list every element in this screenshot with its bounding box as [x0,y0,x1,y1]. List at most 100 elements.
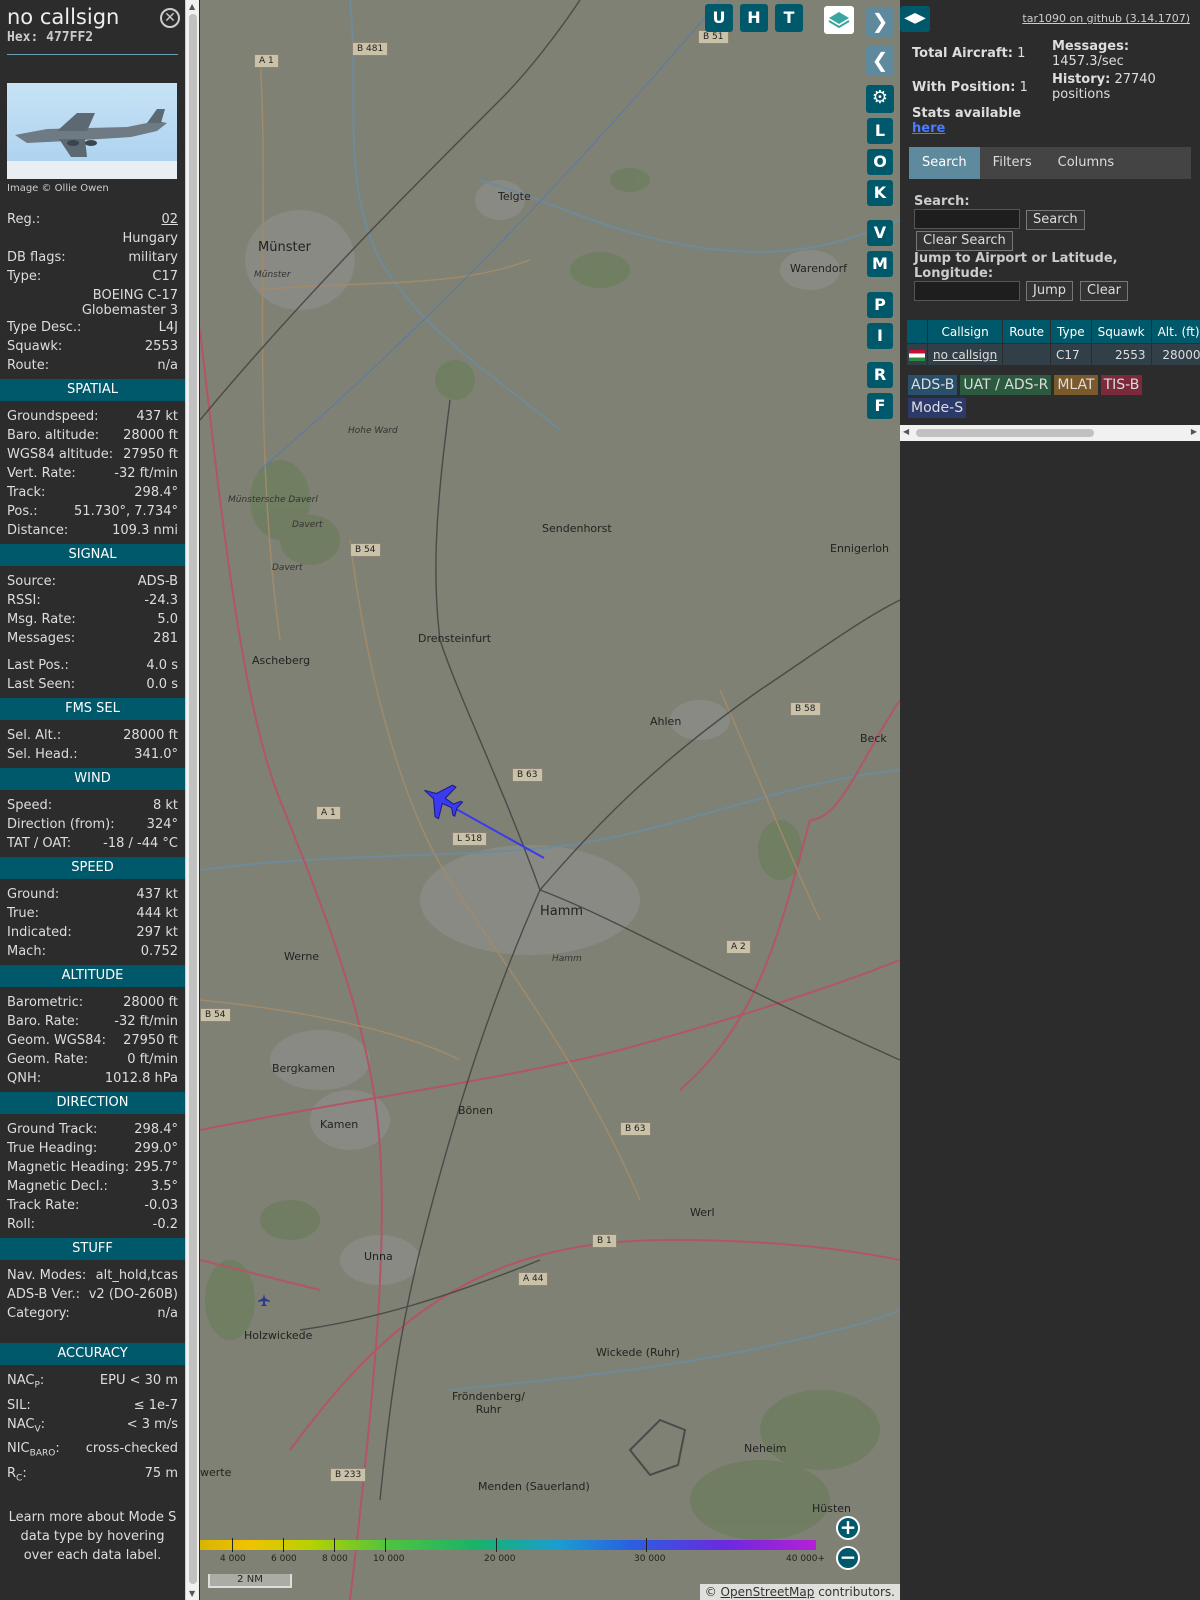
info-label[interactable]: TAT / OAT: [7,834,71,853]
info-label[interactable]: True: [7,904,39,923]
info-label[interactable]: Msg. Rate: [7,610,76,629]
info-label[interactable]: Type: [7,267,41,286]
stats-link[interactable]: here [912,121,945,136]
info-label[interactable]: Reg.: [7,210,40,229]
search-input[interactable] [914,209,1020,229]
info-value[interactable]: 02 [161,210,178,229]
info-label[interactable]: Sel. Head.: [7,745,78,764]
header-type[interactable]: Type [1050,319,1092,344]
info-label[interactable]: True Heading: [7,1139,97,1158]
search-button[interactable]: Search [1026,210,1085,230]
jump-input[interactable] [914,281,1020,301]
scroll-up-icon[interactable]: ▲ [189,2,195,11]
info-label[interactable]: Ground: [7,885,59,904]
info-label[interactable]: Last Pos.: [7,656,69,675]
zoom-out-button[interactable]: − [836,1546,860,1570]
row-callsign[interactable]: no callsign [926,343,1004,366]
map-button-i[interactable]: I [867,323,893,349]
osm-link[interactable]: OpenStreetMap [721,1585,815,1599]
close-icon[interactable]: ✕ [160,8,180,28]
map-button-h[interactable]: H [740,4,768,32]
info-label[interactable]: Speed: [7,796,52,815]
map-button-l[interactable]: L [867,118,893,144]
info-label[interactable]: Nav. Modes: [7,1266,86,1285]
info-label[interactable]: Category: [7,1304,70,1323]
info-label[interactable]: ADS-B Ver.: [7,1285,80,1304]
info-label[interactable]: Ground Track: [7,1120,97,1139]
info-label[interactable]: Messages: [7,629,75,648]
info-label[interactable]: Direction (from): [7,815,115,834]
info-label[interactable]: Geom. WGS84: [7,1031,106,1050]
info-label[interactable]: NACV: [7,1415,45,1440]
map-button-u[interactable]: U [705,4,733,32]
aircraft-photo[interactable] [7,83,177,179]
scroll-right-icon[interactable]: ▶ [1191,427,1197,436]
layers-button[interactable] [824,6,854,34]
info-label[interactable]: Baro. Rate: [7,1012,79,1031]
info-scrollbar[interactable]: ▲ ▼ [185,0,199,1600]
info-label[interactable]: Track: [7,483,45,502]
info-label[interactable]: Route: [7,356,49,375]
info-label[interactable]: Sel. Alt.: [7,726,61,745]
info-label[interactable]: RSSI: [7,591,41,610]
info-label[interactable]: Vert. Rate: [7,464,76,483]
info-label[interactable]: Magnetic Decl.: [7,1177,108,1196]
zoom-in-button[interactable]: + [836,1516,860,1540]
map-button-t[interactable]: T [775,4,803,32]
info-label[interactable]: Groundspeed: [7,407,98,426]
jump-button[interactable]: Jump [1026,281,1073,301]
info-label[interactable]: NACP: [7,1371,44,1396]
info-label[interactable]: Track Rate: [7,1196,79,1215]
info-label[interactable]: Last Seen: [7,675,75,694]
info-label[interactable]: Indicated: [7,923,72,942]
table-scrollbar-thumb[interactable] [916,429,1094,437]
map-view[interactable]: Münster Münster Telgte Warendorf Hohe Ward Mü… [200,0,900,1600]
info-label[interactable]: Distance: [7,521,68,540]
header-route[interactable]: Route [1002,319,1052,344]
tab-filters[interactable]: Filters [980,147,1045,179]
info-label[interactable]: QNH: [7,1069,41,1088]
info-label[interactable]: DB flags: [7,248,66,267]
info-label[interactable]: RC: [7,1464,27,1489]
table-horizontal-scrollbar[interactable]: ◀ ▶ [900,425,1200,441]
info-scrollbar-thumb[interactable] [189,14,197,1584]
info-label[interactable]: Geom. Rate: [7,1050,88,1069]
expand-sidebar-button[interactable]: ❯ [866,7,894,37]
info-label[interactable]: SIL: [7,1396,31,1415]
table-row[interactable]: no callsign C17 2553 28000 [906,343,1200,366]
info-label[interactable]: Squawk: [7,337,62,356]
info-label[interactable]: Roll: [7,1215,35,1234]
header-callsign[interactable]: Callsign [926,319,1004,344]
info-label[interactable]: WGS84 altitude: [7,445,113,464]
info-label[interactable]: NICBARO: [7,1439,60,1464]
info-label[interactable]: Type Desc.: [7,318,81,337]
selected-aircraft-icon[interactable] [416,775,468,825]
info-label[interactable]: Pos.: [7,502,38,521]
github-link[interactable]: tar1090 on github (3.14.1707) [1022,12,1190,25]
toggle-sidebar-width-button[interactable]: ◀▶ [900,6,930,32]
map-button-v[interactable]: V [867,220,893,246]
map-button-p[interactable]: P [867,292,893,318]
map-button-o[interactable]: O [867,149,893,175]
settings-button[interactable]: ⚙ [866,85,894,113]
tab-search[interactable]: Search [909,147,980,179]
scroll-down-icon[interactable]: ▼ [189,1589,195,1598]
header-squawk[interactable]: Squawk [1090,319,1152,344]
scroll-left-icon[interactable]: ◀ [903,427,909,436]
clear-search-button[interactable]: Clear Search [916,231,1013,251]
map-button-r[interactable]: R [867,362,893,388]
header-altitude[interactable]: Alt. (ft) [1150,319,1200,344]
info-label[interactable]: Mach: [7,942,46,961]
clear-jump-button[interactable]: Clear [1080,281,1128,301]
collapse-infoblock-button[interactable]: ❮ [866,46,894,76]
map-button-f[interactable]: F [867,393,893,419]
row-callsign-link[interactable]: no callsign [933,348,997,362]
map-button-m[interactable]: M [867,251,893,277]
info-label[interactable]: Source: [7,572,56,591]
info-label[interactable]: Baro. altitude: [7,426,99,445]
map-button-k[interactable]: K [867,180,893,206]
info-label[interactable]: Barometric: [7,993,83,1012]
info-label[interactable]: Magnetic Heading: [7,1158,129,1177]
other-aircraft-icon[interactable] [258,1294,270,1306]
header-flag[interactable] [906,319,928,344]
